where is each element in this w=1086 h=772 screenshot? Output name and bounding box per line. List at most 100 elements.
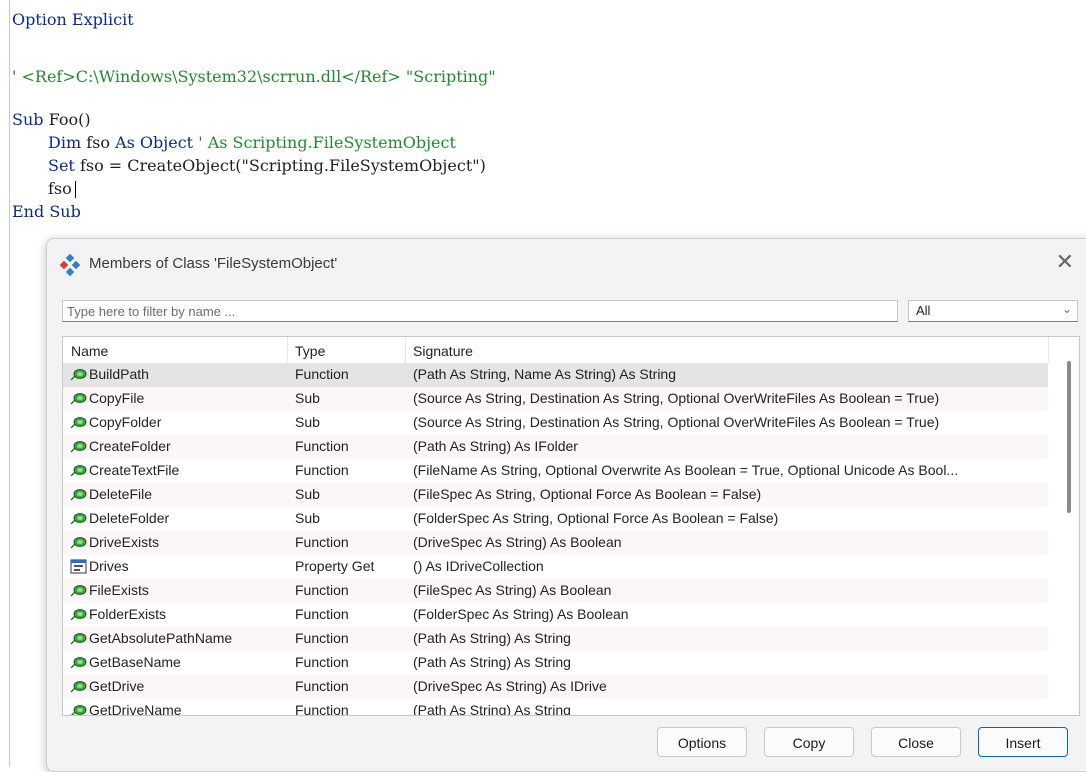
member-type: Function [295,678,349,694]
scope-select[interactable]: All ⌄ [908,300,1078,322]
member-signature: (DriveSpec As String) As IDrive [413,678,607,694]
code-line-5: Set fso = CreateObject("Scripting.FileSy… [48,156,486,175]
column-header-type[interactable]: Type [295,343,325,359]
member-type: Function [295,438,349,454]
member-signature: (FolderSpec As String) As Boolean [413,606,629,622]
method-icon [70,679,87,694]
property-icon [70,559,87,574]
list-row[interactable]: CreateFolder Function (Path As String) As … [63,435,1048,459]
options-button[interactable]: Options [657,727,747,757]
list-row[interactable]: GetDrive Function (DriveSpec As String) As… [63,675,1048,699]
code-line-3: Sub Foo() [12,110,91,129]
member-signature: (Source As String, Destination As String… [413,414,940,430]
member-signature: (FileName As String, Optional Overwrite … [413,462,959,478]
scope-value: All [916,303,931,318]
column-header-name[interactable]: Name [71,343,108,359]
insert-button[interactable]: Insert [978,727,1068,757]
list-header: Name Type Signature [63,337,1079,363]
filter-input[interactable] [62,300,898,322]
member-type: Function [295,702,349,716]
member-signature: (Path As String) As String [413,702,571,716]
list-row[interactable]: DeleteFile Sub (FileSpec As String, Option… [63,483,1048,507]
members-list[interactable]: Name Type Signature BuildPath Function (Pa… [62,336,1080,716]
method-icon [70,511,87,526]
class-icon [59,254,81,276]
member-type: Sub [295,510,320,526]
members-dialog: Members of Class 'FileSystemObject' ✕ Al… [46,238,1086,772]
list-row[interactable]: FileExists Function (FileSpec As String) A… [63,579,1048,603]
member-type: Sub [295,414,320,430]
member-signature: (FolderSpec As String, Optional Force As… [413,510,779,526]
member-signature: () As IDriveCollection [413,558,544,574]
member-signature: (FileSpec As String) As Boolean [413,582,612,598]
member-name: BuildPath [89,366,149,382]
method-icon [70,463,87,478]
code-line-4: Dim fso As Object ' As Scripting.FileSys… [48,133,456,152]
member-type: Function [295,366,349,382]
method-icon [70,607,87,622]
column-divider [1048,337,1049,363]
code-line-2: ' <Ref>C:\Windows\System32\scrrun.dll</R… [12,67,496,86]
list-row[interactable]: CopyFolder Sub (Source As String, Destinat… [63,411,1048,435]
member-signature: (FileSpec As String, Optional Force As B… [413,486,762,502]
method-icon [70,583,87,598]
member-signature: (Path As String) As IFolder [413,438,578,454]
list-row[interactable]: DeleteFolder Sub (FolderSpec As String, Op… [63,507,1048,531]
column-header-signature[interactable]: Signature [413,343,473,359]
method-icon [70,391,87,406]
code-line-6: fso [48,178,76,200]
list-row[interactable]: CreateTextFile Function (FileName As Strin… [63,459,1048,483]
list-row[interactable]: BuildPath Function (Path As String, Name A… [63,363,1048,387]
method-icon [70,631,87,646]
code-line-1: Option Explicit [12,10,134,29]
member-name: GetAbsolutePathName [89,630,233,646]
column-divider [287,337,288,363]
member-signature: (Path As String, Name As String) As Stri… [413,366,676,382]
list-row[interactable]: GetAbsolutePathName Function (Path As Stri… [63,627,1048,651]
copy-button[interactable]: Copy [764,727,854,757]
member-name: FolderExists [89,606,167,622]
member-name: DeleteFile [89,486,153,502]
method-icon [70,439,87,454]
member-name: GetDriveName [89,702,182,716]
member-signature: (Path As String) As String [413,630,571,646]
list-row[interactable]: FolderExists Function (FolderSpec As Strin… [63,603,1048,627]
member-name: CopyFile [89,390,145,406]
list-row[interactable]: GetBaseName Function (Path As String) As S… [63,651,1048,675]
member-name: DriveExists [89,534,160,550]
member-type: Function [295,630,349,646]
member-type: Sub [295,390,320,406]
code-line-7: End Sub [12,202,81,221]
method-icon [70,535,87,550]
method-icon [70,655,87,670]
member-signature: (DriveSpec As String) As Boolean [413,534,622,550]
method-icon [70,367,87,382]
dialog-title: Members of Class 'FileSystemObject' [89,255,338,272]
close-icon[interactable]: ✕ [1056,249,1074,275]
list-row[interactable]: CopyFile Sub (Source As String, Destinatio… [63,387,1048,411]
member-name: Drives [89,558,129,574]
member-signature: (Source As String, Destination As String… [413,390,940,406]
close-button[interactable]: Close [871,727,961,757]
member-type: Function [295,654,349,670]
method-icon [70,415,87,430]
text-caret [74,181,76,198]
member-type: Function [295,462,349,478]
member-name: GetBaseName [89,654,181,670]
member-name: CreateTextFile [89,462,180,478]
member-type: Function [295,534,349,550]
member-name: CreateFolder [89,438,171,454]
list-row[interactable]: DriveExists Function (DriveSpec As String)… [63,531,1048,555]
member-name: CopyFolder [89,414,162,430]
member-type: Property Get [295,558,375,574]
list-row[interactable]: Drives Property Get () As IDriveCollection [63,555,1048,579]
vertical-scrollbar[interactable] [1067,361,1071,513]
method-icon [70,487,87,502]
member-signature: (Path As String) As String [413,654,571,670]
list-row[interactable]: GetDriveName Function (Path As String) As … [63,699,1048,716]
member-name: FileExists [89,582,149,598]
member-type: Function [295,606,349,622]
member-name: DeleteFolder [89,510,170,526]
chevron-down-icon: ⌄ [1061,302,1072,316]
member-name: GetDrive [89,678,145,694]
